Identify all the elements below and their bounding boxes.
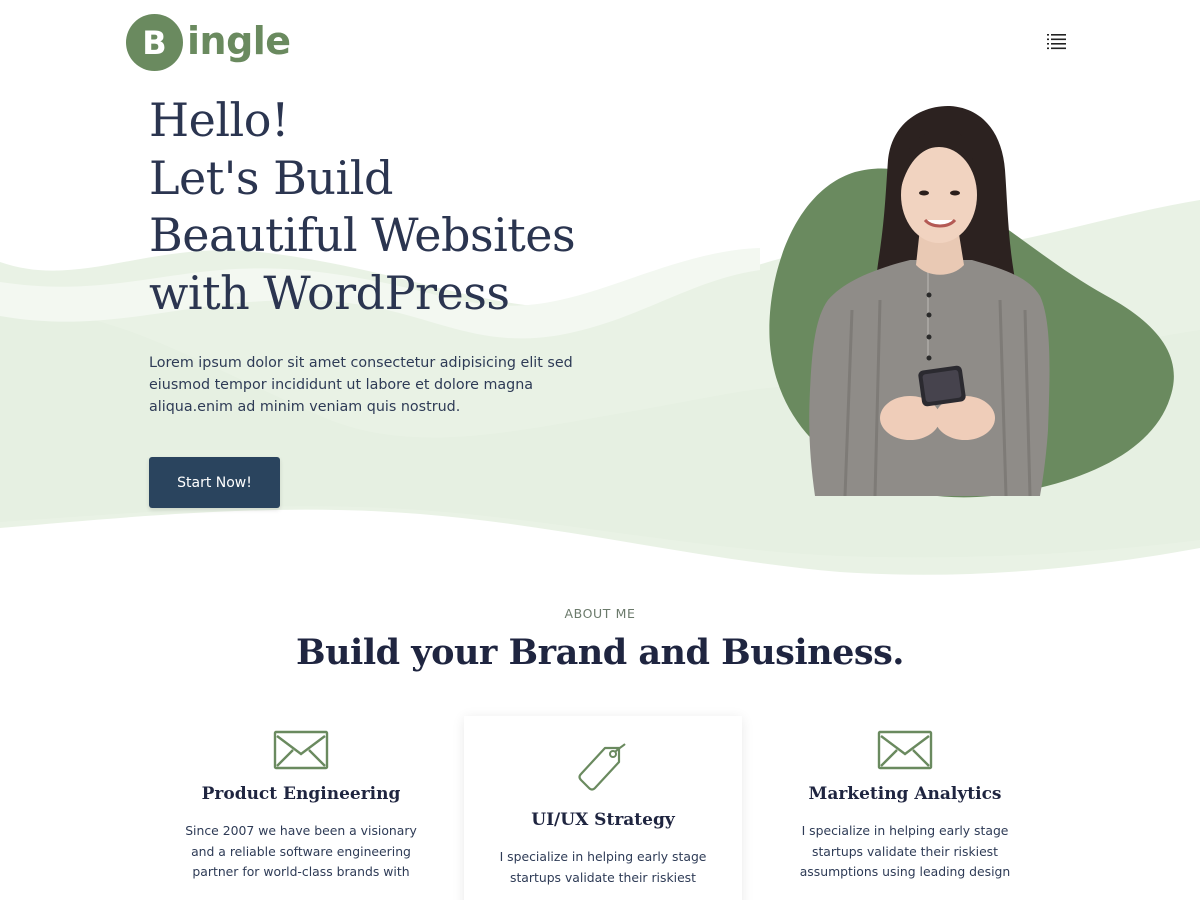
about-kicker: ABOUT ME <box>564 606 636 621</box>
hero-title-line: Let's Build <box>149 150 393 205</box>
hero-title: Hello! Let's Build Beautiful Websites wi… <box>149 92 576 322</box>
logo-text: ingle <box>187 18 291 63</box>
card-text: I specialize in helping early stage star… <box>499 849 707 885</box>
hero-description: Lorem ipsum dolor sit amet consectetur a… <box>149 355 573 416</box>
service-card-ui-ux-strategy: UI/UX Strategy I specialize in helping e… <box>464 716 742 900</box>
hero-title-line: Hello! <box>149 93 289 147</box>
tag-icon <box>578 743 626 791</box>
logo-mark: B <box>126 14 183 71</box>
hero-title-line: Beautiful Websites <box>149 208 576 262</box>
page: B ingle Hello! Let's Build Beautiful Web… <box>0 0 1200 900</box>
card-text: Since 2007 we have been a visionary and … <box>185 823 417 879</box>
site-header: B ingle <box>0 0 1200 84</box>
service-card-marketing-analytics: Marketing Analytics I specialize in help… <box>766 730 1044 883</box>
envelope-icon <box>877 730 933 770</box>
card-title: Product Engineering <box>201 784 401 804</box>
site-logo[interactable]: B ingle <box>126 14 291 71</box>
card-text: I specialize in helping early stage star… <box>799 823 1011 879</box>
hamburger-menu-icon[interactable] <box>1045 31 1069 51</box>
card-title: UI/UX Strategy <box>531 810 675 830</box>
hero-image <box>769 105 1174 498</box>
about-title: Build your Brand and Business. <box>296 632 904 673</box>
service-card-product-engineering: Product Engineering Since 2007 we have b… <box>162 730 440 883</box>
hero-title-line: with WordPress <box>149 265 510 320</box>
card-title: Marketing Analytics <box>808 784 1002 804</box>
envelope-icon <box>273 730 329 770</box>
start-now-button[interactable]: Start Now! <box>149 457 280 508</box>
